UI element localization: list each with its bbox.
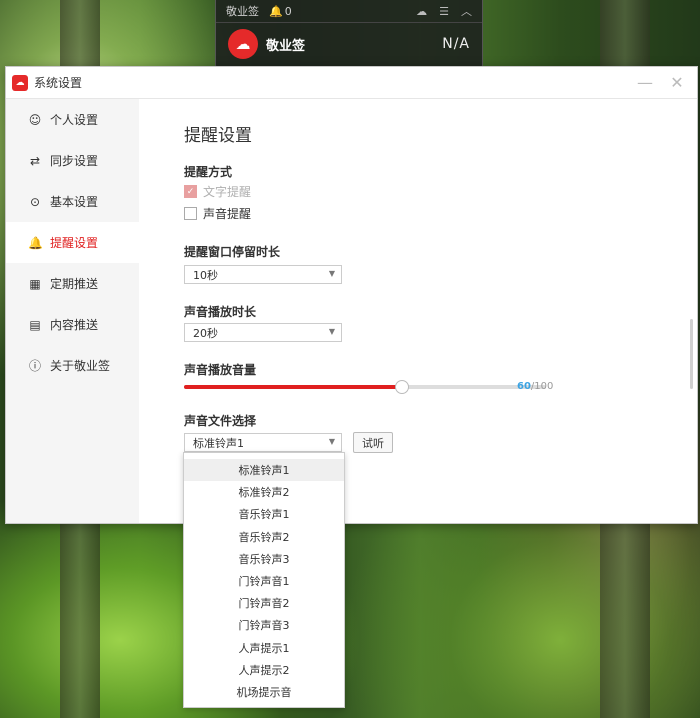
notify-count: 0 xyxy=(284,4,292,18)
settings-icon: ⊙ xyxy=(29,194,41,209)
dropdown-option[interactable]: 标准铃声1 xyxy=(184,459,344,482)
select-value: 标准铃声1 xyxy=(193,436,244,450)
dropdown-option[interactable]: 机场提示音 xyxy=(184,681,344,703)
window-title: 系统设置 xyxy=(34,76,83,90)
bell-icon: 🔔 xyxy=(28,235,43,250)
dropdown-option[interactable]: 门铃声音1 xyxy=(184,570,344,592)
volume-label: 声音播放音量 xyxy=(184,363,257,377)
account-name: 敬业签 xyxy=(266,38,306,54)
volume-readout: 60/100 xyxy=(517,381,553,392)
check-icon: ✓ xyxy=(184,185,197,198)
play-duration-label: 声音播放时长 xyxy=(184,305,257,319)
document-icon: ▤ xyxy=(29,317,41,332)
select-value: 10秒 xyxy=(193,268,218,282)
dropdown-option[interactable]: 音乐铃声3 xyxy=(184,548,344,570)
mini-widget-title: 敬业签 xyxy=(226,5,259,18)
volume-value: 60 xyxy=(517,381,531,392)
play-duration-select[interactable]: 20秒 ▼ xyxy=(184,323,342,342)
sidebar-item-content-push[interactable]: ▤ 内容推送 xyxy=(6,304,139,345)
window-duration-label: 提醒窗口停留时长 xyxy=(184,245,281,259)
settings-window: ☁ 系统设置 — ✕ ☺ 个人设置 ⇄ 同步设置 ⊙ 基本设置 🔔 提醒设置 ▦… xyxy=(5,66,698,524)
dropdown-option[interactable]: 人声提示2 xyxy=(184,659,344,681)
page-title: 提醒设置 xyxy=(184,126,252,146)
sidebar-item-basic[interactable]: ⊙ 基本设置 xyxy=(6,181,139,222)
sidebar-item-label: 关于敬业签 xyxy=(50,359,111,373)
checkbox-box xyxy=(184,207,197,220)
bell-icon[interactable]: 🔔 xyxy=(269,5,283,18)
sound-reminder-checkbox[interactable]: 声音提醒 xyxy=(184,205,251,222)
sidebar-item-label: 提醒设置 xyxy=(50,236,99,250)
sidebar-item-reminder[interactable]: 🔔 提醒设置 xyxy=(6,222,139,263)
scrollbar[interactable] xyxy=(690,319,693,389)
dropdown-option[interactable]: 音乐铃声2 xyxy=(184,526,344,548)
dropdown-option[interactable]: 门铃声音3 xyxy=(184,614,344,636)
checkbox-label: 文字提醒 xyxy=(203,185,252,199)
sync-icon: ⇄ xyxy=(29,153,41,168)
sidebar-item-label: 定期推送 xyxy=(50,277,99,291)
close-button[interactable]: ✕ xyxy=(665,73,689,92)
sound-file-dropdown: 标准铃声1 标准铃声2 音乐铃声1 音乐铃声2 音乐铃声3 门铃声音1 门铃声音2 门铃声音3… xyxy=(183,452,345,709)
window-duration-select[interactable]: 10秒 ▼ xyxy=(184,265,342,284)
slider-fill xyxy=(184,385,402,389)
select-value: 20秒 xyxy=(193,326,218,340)
reminder-method-label: 提醒方式 xyxy=(184,165,233,179)
info-icon: ⓘ xyxy=(28,359,41,373)
calendar-icon: ▦ xyxy=(29,276,41,291)
dropdown-option[interactable]: 人声提示1 xyxy=(184,637,344,659)
sidebar-item-label: 同步设置 xyxy=(50,154,99,168)
mini-widget-value: N/A xyxy=(442,36,470,52)
dropdown-option[interactable]: 音乐铃声1 xyxy=(184,503,344,525)
text-reminder-checkbox[interactable]: ✓ 文字提醒 xyxy=(184,183,251,200)
user-icon: ☺ xyxy=(28,112,42,127)
volume-slider[interactable] xyxy=(184,380,546,394)
cloud-icon[interactable]: ☁ xyxy=(416,5,427,18)
collapse-icon[interactable]: ︿ xyxy=(461,3,472,19)
sound-file-select[interactable]: 标准铃声1 ▼ xyxy=(184,433,342,452)
sidebar-item-label: 基本设置 xyxy=(50,195,99,209)
sidebar-item-sync[interactable]: ⇄ 同步设置 xyxy=(6,140,139,181)
sidebar-item-personal[interactable]: ☺ 个人设置 xyxy=(6,99,139,140)
mini-widget: 敬业签 🔔 0 ☁ ☰ ︿ ☁ 敬业签 N/A xyxy=(215,0,483,71)
volume-max: /100 xyxy=(530,381,554,392)
mini-widget-bar: 敬业签 🔔 0 ☁ ☰ ︿ xyxy=(216,0,482,23)
chevron-down-icon: ▼ xyxy=(328,437,335,446)
minimize-button[interactable]: — xyxy=(633,73,657,92)
app-logo: ☁ xyxy=(228,29,258,59)
chevron-down-icon: ▼ xyxy=(328,327,335,336)
slider-thumb[interactable] xyxy=(395,380,410,394)
preview-button[interactable]: 试听 xyxy=(353,432,393,453)
menu-icon[interactable]: ☰ xyxy=(439,5,449,18)
app-icon: ☁ xyxy=(12,74,28,91)
chevron-down-icon: ▼ xyxy=(328,269,335,278)
sidebar-item-about[interactable]: ⓘ 关于敬业签 xyxy=(6,345,139,386)
sidebar: ☺ 个人设置 ⇄ 同步设置 ⊙ 基本设置 🔔 提醒设置 ▦ 定期推送 ▤ 内容推… xyxy=(6,99,139,523)
sound-file-label: 声音文件选择 xyxy=(184,414,257,428)
title-bar: ☁ 系统设置 — ✕ xyxy=(6,67,697,99)
dropdown-option[interactable]: 门铃声音2 xyxy=(184,592,344,614)
sidebar-item-label: 个人设置 xyxy=(50,113,99,127)
dropdown-option[interactable]: 标准铃声2 xyxy=(184,481,344,503)
sidebar-item-scheduled-push[interactable]: ▦ 定期推送 xyxy=(6,263,139,304)
checkbox-label: 声音提醒 xyxy=(203,207,252,221)
sidebar-item-label: 内容推送 xyxy=(50,318,99,332)
